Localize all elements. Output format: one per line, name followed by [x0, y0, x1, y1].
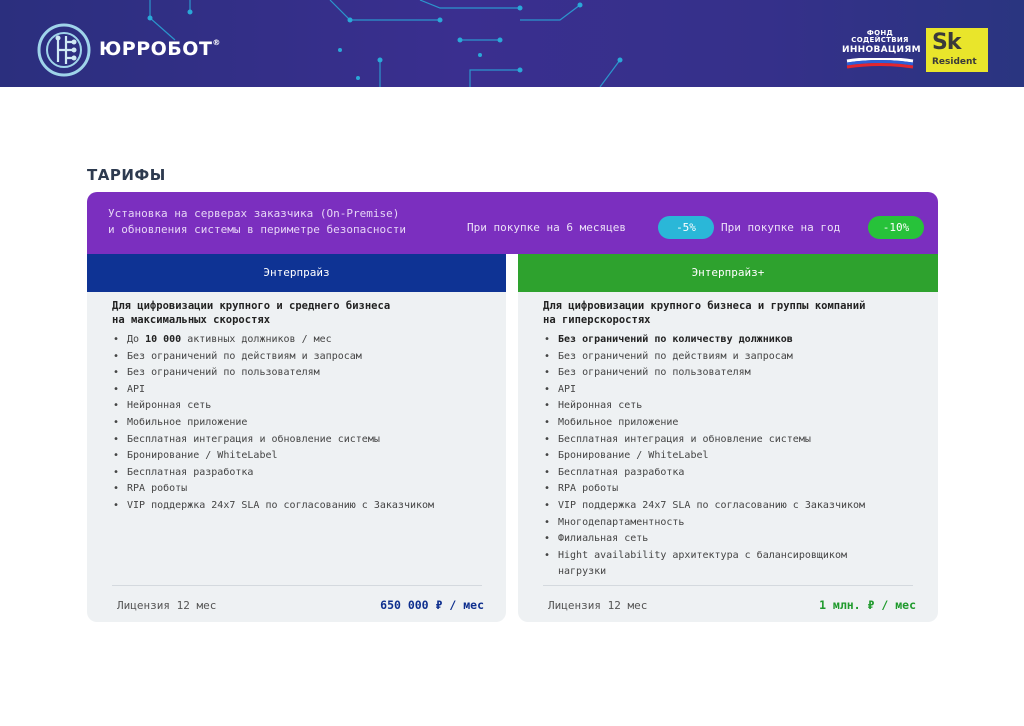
list-item: • RPA роботы — [113, 483, 188, 495]
list-item: • API — [113, 383, 146, 395]
plan-subtitle: Для цифровизации крупного бизнеса и груп… — [543, 299, 923, 327]
deployment-line1: Установка на серверах заказчика (On-Prem… — [108, 207, 400, 220]
list-item: • Без ограничений по действиям и запросам — [544, 350, 793, 362]
fund-line1: ФОНД СОДЕЙСТВИЯ — [851, 29, 909, 44]
card-divider — [543, 585, 913, 586]
list-item: • Бесплатная интеграция и обновление сист… — [113, 433, 380, 445]
plan-price: 650 000 ₽ / мес — [380, 598, 484, 612]
plan-subtitle-line1: Для цифровизации крупного бизнеса и груп… — [543, 300, 866, 312]
plan-price: 1 млн. ₽ / мес — [819, 598, 916, 612]
skolkovo-resident-logo: Sk Resident — [926, 28, 988, 72]
page-title: ТАРИФЫ — [87, 166, 166, 184]
flag-swoosh-icon — [846, 58, 914, 69]
list-item: • Hight availability архитектура с баланс… — [544, 549, 847, 578]
discount-year-badge: -10% — [868, 216, 924, 239]
plan-card-enterprise: Энтерпрайз Для цифровизации крупного и с… — [87, 254, 506, 622]
header-banner: ЮРРОБОТ® ФОНД СОДЕЙСТВИЯ ИННОВАЦИЯМ Sk R… — [0, 0, 1024, 87]
feature-list: • До 10 000 активных должников / мес • Без… — [112, 332, 497, 515]
list-item: • Бронирование / WhiteLabel — [544, 450, 709, 462]
list-item: • Нейронная сеть — [544, 400, 643, 412]
list-item: • Без ограничений по пользователям — [544, 367, 751, 379]
list-item: • Многодепартаментность — [544, 516, 685, 528]
list-item: • Без ограничений по количеству должников — [544, 334, 793, 345]
plan-card-enterprise-plus: Энтерпрайз+ Для цифровизации крупного би… — [518, 254, 938, 622]
list-item: • До 10 000 активных должников / мес — [113, 334, 332, 345]
plan-subtitle-line1: Для цифровизации крупного и среднего биз… — [112, 300, 391, 312]
list-item: • Без ограничений по действиям и запросам — [113, 350, 362, 362]
deployment-description: Установка на серверах заказчика (On-Prem… — [108, 206, 478, 238]
deployment-strip: Установка на серверах заказчика (On-Prem… — [87, 192, 938, 254]
list-item: • Мобильное приложение — [544, 416, 679, 428]
license-term: Лицензия 12 мес — [117, 599, 217, 612]
list-item: • Нейронная сеть — [113, 400, 212, 412]
card-divider — [112, 585, 482, 586]
list-item: • Бесплатная интеграция и обновление сист… — [544, 433, 811, 445]
plan-name: Энтерпрайз — [87, 254, 506, 292]
list-item: • Мобильное приложение — [113, 416, 248, 428]
list-item: • RPA роботы — [544, 483, 619, 495]
plan-subtitle: Для цифровизации крупного и среднего биз… — [112, 299, 492, 327]
list-item: • API — [544, 383, 577, 395]
list-item: • VIP поддержка 24x7 SLA по согласованию … — [544, 499, 866, 511]
sk-resident-label: Resident — [932, 57, 977, 67]
offer-6-months: При покупке на 6 месяцев — [467, 221, 626, 234]
list-item: • VIP поддержка 24x7 SLA по согласованию … — [113, 499, 435, 511]
plan-name: Энтерпрайз+ — [518, 254, 938, 292]
list-item: • Без ограничений по пользователям — [113, 367, 320, 379]
list-item: • Бесплатная разработка — [544, 466, 685, 478]
list-item: • Филиальная сеть — [544, 533, 649, 545]
fund-line2: ИННОВАЦИЯМ — [842, 45, 921, 55]
brand-name: ЮРРОБОТ® — [99, 38, 221, 60]
list-item: • Бронирование / WhiteLabel — [113, 450, 278, 462]
brand-logo-icon — [37, 23, 91, 77]
innovation-fund-logo: ФОНД СОДЕЙСТВИЯ ИННОВАЦИЯМ — [842, 29, 921, 69]
sk-mark: Sk — [932, 30, 962, 55]
plan-subtitle-line2: на гиперскоростях — [543, 314, 651, 326]
license-term: Лицензия 12 мес — [548, 599, 648, 612]
list-item: • Бесплатная разработка — [113, 466, 254, 478]
discount-6-months-badge: -5% — [658, 216, 714, 239]
feature-list: • Без ограничений по количеству должников… — [543, 332, 928, 581]
deployment-line2: и обновления системы в периметре безопас… — [108, 223, 407, 236]
plan-subtitle-line2: на максимальных скоростях — [112, 314, 271, 326]
offer-year: При покупке на год — [721, 221, 841, 234]
